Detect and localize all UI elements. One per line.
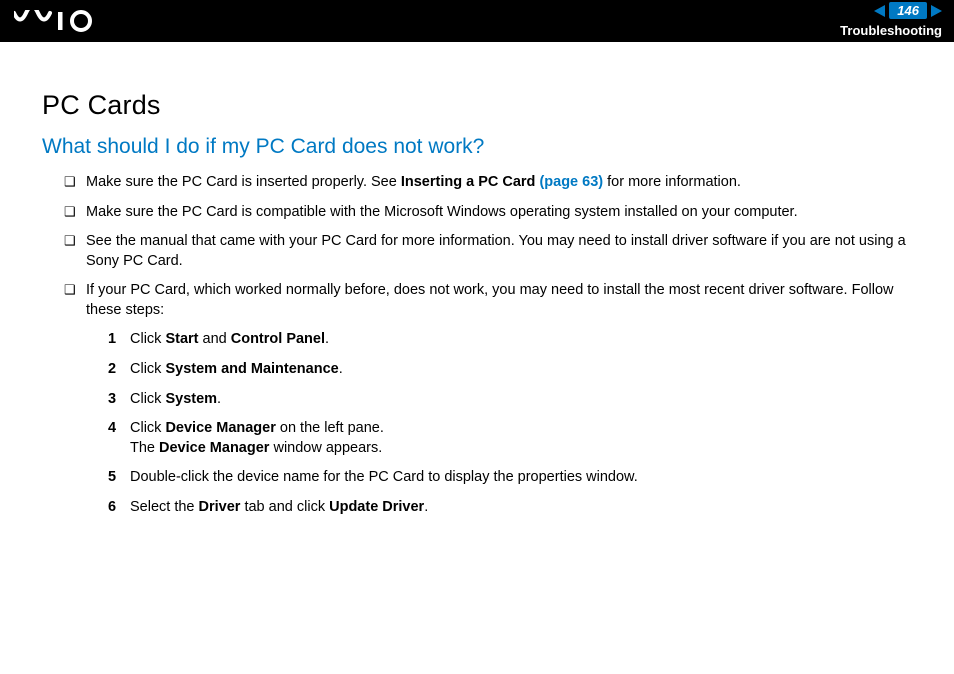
bold-text: Device Manager	[159, 440, 269, 456]
section-label: Troubleshooting	[840, 23, 942, 38]
text: tab and click	[240, 499, 329, 515]
page-number: 146	[889, 2, 927, 19]
bold-text: Driver	[199, 499, 241, 515]
text: .	[339, 361, 343, 377]
text: Click	[130, 391, 165, 407]
step-number: 2	[108, 360, 116, 380]
bold-text: Inserting a PC Card	[401, 174, 540, 190]
numbered-steps: 1 Click Start and Control Panel. 2 Click…	[86, 330, 924, 517]
text: window appears.	[269, 440, 382, 456]
vaio-logo	[14, 10, 96, 32]
bold-text: Device Manager	[165, 420, 275, 436]
bold-text: Update Driver	[329, 499, 424, 515]
text: Double-click the device name for the PC …	[130, 469, 638, 485]
text: .	[424, 499, 428, 515]
bullet-item: See the manual that came with your PC Ca…	[64, 232, 924, 271]
text: The	[130, 440, 159, 456]
prev-page-arrow[interactable]	[874, 5, 885, 17]
bullet-item: Make sure the PC Card is inserted proper…	[64, 173, 924, 193]
bold-text: Start	[165, 331, 198, 347]
text: for more information.	[603, 174, 741, 190]
text: Click	[130, 331, 165, 347]
step-item: 6 Select the Driver tab and click Update…	[108, 498, 924, 518]
step-number: 4	[108, 419, 116, 439]
step-item: 1 Click Start and Control Panel.	[108, 330, 924, 350]
step-item: 4 Click Device Manager on the left pane.…	[108, 419, 924, 458]
question-heading: What should I do if my PC Card does not …	[42, 135, 924, 159]
bullet-item: If your PC Card, which worked normally b…	[64, 281, 924, 517]
text: .	[325, 331, 329, 347]
text: and	[199, 331, 231, 347]
bold-text: System and Maintenance	[165, 361, 338, 377]
text: Click	[130, 420, 165, 436]
vaio-logo-svg	[14, 10, 96, 32]
page-title: PC Cards	[42, 90, 924, 121]
text: If your PC Card, which worked normally b…	[86, 282, 894, 318]
step-item: 5 Double-click the device name for the P…	[108, 468, 924, 488]
bold-text: System	[165, 391, 217, 407]
next-page-arrow[interactable]	[931, 5, 942, 17]
text: Select the	[130, 499, 199, 515]
page-nav: 146	[874, 2, 942, 19]
step-number: 3	[108, 390, 116, 410]
step-number: 5	[108, 468, 116, 488]
text: on the left pane.	[276, 420, 384, 436]
text: .	[217, 391, 221, 407]
step-item: 3 Click System.	[108, 390, 924, 410]
text: See the manual that came with your PC Ca…	[86, 233, 906, 269]
step-number: 6	[108, 498, 116, 518]
step-number: 1	[108, 330, 116, 350]
bold-text: Control Panel	[231, 331, 325, 347]
page-link[interactable]: (page 63)	[539, 174, 603, 190]
bullet-list: Make sure the PC Card is inserted proper…	[42, 173, 924, 517]
header-bar: 146 Troubleshooting	[0, 0, 954, 42]
text: Make sure the PC Card is compatible with…	[86, 204, 798, 220]
text: Click	[130, 361, 165, 377]
bullet-item: Make sure the PC Card is compatible with…	[64, 203, 924, 223]
step-item: 2 Click System and Maintenance.	[108, 360, 924, 380]
content-area: PC Cards What should I do if my PC Card …	[0, 42, 954, 517]
text: Make sure the PC Card is inserted proper…	[86, 174, 401, 190]
